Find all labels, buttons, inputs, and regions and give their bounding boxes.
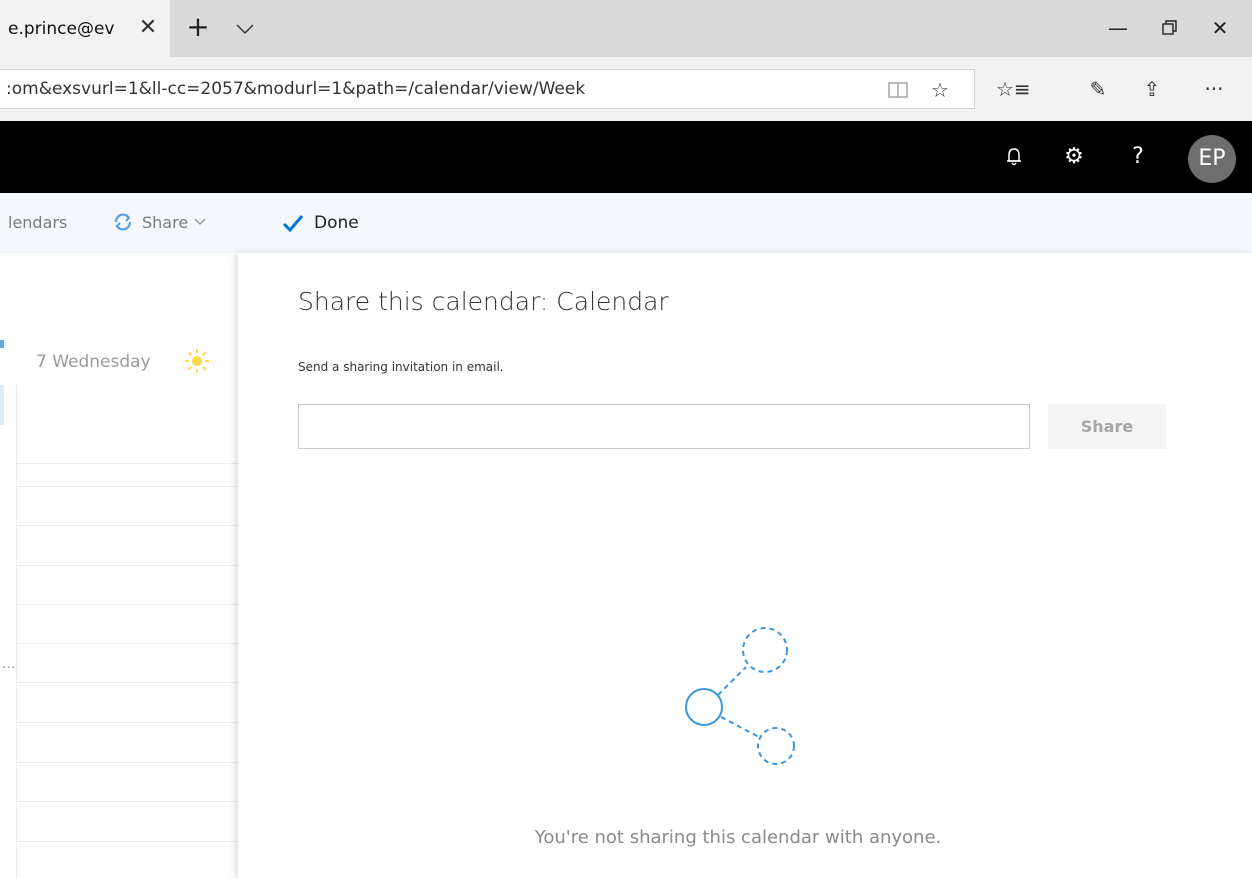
help-icon[interactable]: ? — [1120, 139, 1156, 175]
tab-title: e.prince@ev — [8, 18, 115, 39]
calendar-grid-line — [16, 565, 238, 566]
window-close-icon[interactable]: ✕ — [1200, 10, 1240, 46]
app-header: ⚙ ? EP — [0, 121, 1252, 193]
email-invite-input[interactable] — [298, 404, 1030, 449]
calendar-ellipsis: ... — [2, 656, 16, 672]
calendar-grid-line — [16, 801, 238, 802]
calendar-grid-line — [16, 682, 238, 683]
checkmark-icon — [282, 215, 304, 233]
settings-gear-icon[interactable]: ⚙ — [1056, 139, 1092, 175]
calendar-view — [0, 253, 238, 879]
empty-sharing-message: You're not sharing this calendar with an… — [534, 827, 942, 848]
panel-title: Share this calendar: Calendar — [298, 287, 669, 316]
tab-list-chevron-icon[interactable] — [230, 12, 260, 44]
day-header-label[interactable]: 7 Wednesday — [36, 352, 151, 372]
panel-subtitle: Send a sharing invitation in email. — [298, 360, 504, 374]
share-command[interactable]: Share — [112, 211, 206, 233]
calendar-grid-line — [16, 385, 17, 879]
url-field[interactable]: :om&exsvurl=1&ll-cc=2057&modurl=1&path=/… — [0, 69, 975, 109]
calendar-grid-line — [16, 486, 238, 487]
avatar[interactable]: EP — [1188, 135, 1236, 183]
favorites-list-icon[interactable]: ☆≡ — [996, 73, 1031, 105]
share-button[interactable]: Share — [1048, 404, 1166, 449]
calendar-accent-marker — [0, 340, 4, 348]
notifications-bell-icon[interactable] — [996, 139, 1032, 175]
more-icon[interactable]: ··· — [1198, 73, 1230, 105]
url-text: :om&exsvurl=1&ll-cc=2057&modurl=1&path=/… — [6, 79, 586, 99]
favorite-star-icon[interactable]: ☆ — [924, 74, 956, 106]
calendar-today-marker — [0, 385, 4, 425]
minimize-icon[interactable]: — — [1098, 10, 1138, 46]
web-notes-icon[interactable]: ✎ — [1082, 73, 1114, 105]
calendars-command[interactable]: lendars — [8, 213, 67, 232]
calendar-grid-line — [16, 525, 238, 526]
reading-view-icon[interactable] — [882, 74, 914, 106]
chevron-down-icon — [194, 218, 206, 226]
tab-close-icon[interactable]: ✕ — [134, 14, 162, 42]
done-button[interactable]: Done — [282, 207, 359, 239]
browser-tab-bar: e.prince@ev ✕ + — ✕ — [0, 0, 1252, 57]
share-page-icon[interactable]: ⇪ — [1136, 73, 1168, 105]
calendar-grid-line — [16, 841, 238, 842]
command-bar: lendars Share Done — [0, 193, 1252, 253]
share-illustration-icon — [685, 627, 795, 765]
calendar-grid-line — [16, 762, 238, 763]
calendar-grid-line — [16, 643, 238, 644]
address-bar: :om&exsvurl=1&ll-cc=2057&modurl=1&path=/… — [0, 57, 1252, 121]
browser-tab[interactable]: e.prince@ev ✕ — [0, 0, 170, 57]
new-tab-icon[interactable]: + — [182, 12, 214, 44]
share-command-label: Share — [142, 212, 189, 232]
calendar-grid-line — [16, 722, 238, 723]
sun-weather-icon — [185, 349, 209, 373]
restore-icon[interactable] — [1150, 10, 1190, 46]
share-calendar-panel: Share this calendar: Calendar Send a sha… — [238, 253, 1252, 879]
calendar-grid-line — [16, 604, 238, 605]
done-label: Done — [314, 213, 359, 233]
share-sync-icon — [114, 213, 132, 231]
calendar-grid-line — [16, 463, 238, 464]
